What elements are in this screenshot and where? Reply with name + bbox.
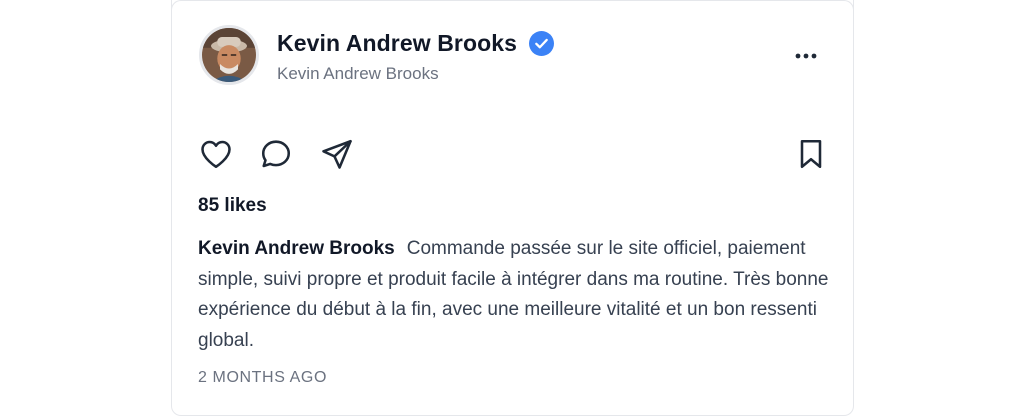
bookmark-icon [800, 139, 822, 169]
author-name-row: Kevin Andrew Brooks [277, 30, 555, 57]
avatar[interactable] [199, 25, 259, 85]
verified-badge-icon [529, 31, 555, 56]
post-timestamp: 2 MONTHS AGO [198, 369, 327, 386]
like-button[interactable] [198, 136, 234, 172]
heart-icon [201, 140, 231, 169]
post-caption: Kevin Andrew Brooks Commande passée sur l… [198, 234, 838, 356]
more-horizontal-icon [795, 53, 817, 59]
more-options-button[interactable] [792, 46, 820, 66]
likes-count[interactable]: 85 likes [198, 195, 267, 217]
action-bar [198, 136, 828, 174]
author-handle[interactable]: Kevin Andrew Brooks [277, 64, 439, 84]
save-button[interactable] [793, 136, 829, 172]
send-icon [322, 139, 352, 169]
post-card: Kevin Andrew Brooks Kevin Andrew Brooks [171, 0, 854, 416]
share-button[interactable] [319, 136, 355, 172]
caption-author[interactable]: Kevin Andrew Brooks [198, 238, 395, 259]
comment-button[interactable] [258, 136, 294, 172]
avatar-photo [202, 28, 256, 82]
author-display-name[interactable]: Kevin Andrew Brooks [277, 30, 517, 57]
comment-icon [261, 140, 291, 168]
